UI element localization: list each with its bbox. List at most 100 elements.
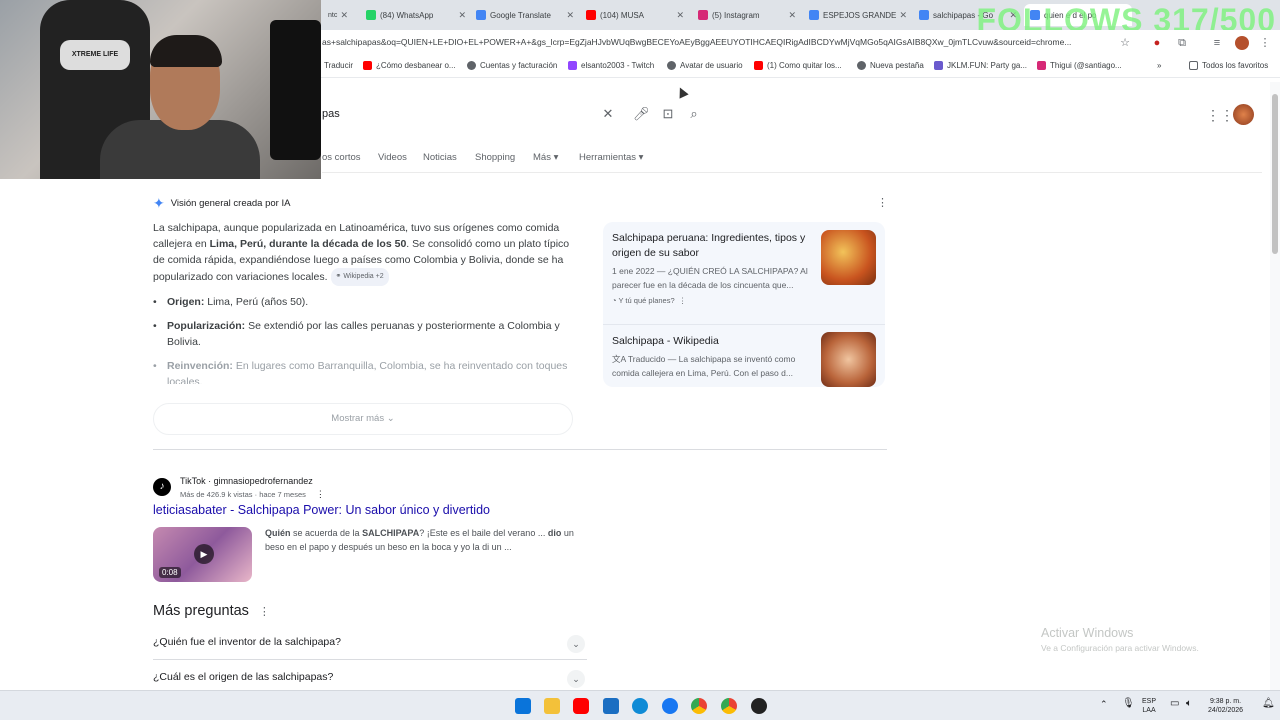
instagram-icon [698, 10, 708, 20]
close-icon[interactable]: ✕ [566, 10, 574, 21]
tab-more[interactable]: Más ▾ [533, 152, 558, 163]
tab-espejos[interactable]: ESPEJOS GRANDE ✕ [803, 4, 911, 26]
tab-short-videos[interactable]: os cortos [322, 152, 361, 163]
close-icon[interactable]: ✕ [788, 10, 796, 21]
star-icon[interactable]: ☆ [1118, 36, 1132, 50]
result-source[interactable]: TikTok · gimnasiopedrofernandez [180, 476, 313, 486]
volume-icon[interactable]: 🔈︎ [1186, 699, 1192, 709]
mouse-cursor [675, 85, 689, 99]
scrollbar[interactable] [1270, 82, 1280, 690]
more-options-icon[interactable]: ⋮ [677, 296, 687, 305]
bookmark-item[interactable]: (1) Como quitar los... [754, 61, 842, 70]
clock[interactable]: 9:38 p. m. 24/02/2026 [1208, 697, 1243, 715]
bookmark-item[interactable]: Nueva pestaña [857, 61, 924, 70]
windows-start-icon[interactable] [515, 698, 531, 714]
search-icon[interactable]: ⌕ [686, 106, 702, 122]
avatar[interactable] [1233, 104, 1254, 125]
chrome-icon[interactable] [691, 698, 707, 714]
search-box[interactable]: pas ✕ 🎤︎ ⊡ ⌕ [322, 100, 712, 130]
youtube-icon[interactable] [573, 698, 589, 714]
tab-whatsapp[interactable]: (84) WhatsApp ✕ [360, 4, 470, 26]
result-snippet: Quién se acuerda de la SALCHIPAPA? ¡Este… [265, 528, 574, 552]
divider [603, 324, 885, 325]
source-chip[interactable]: ⚭ Wikipedia +2 [330, 268, 389, 286]
apps-grid-icon[interactable]: ⋮⋮ [1206, 107, 1234, 123]
tab-videos[interactable]: Videos [378, 152, 407, 163]
extensions-icon[interactable]: ⧉ [1175, 36, 1189, 50]
video-thumbnail[interactable]: ▶ 0:08 [153, 527, 252, 582]
source-card[interactable]: Salchipapa - Wikipedia 文A Traducido — La… [612, 334, 817, 380]
store-icon[interactable] [603, 698, 619, 714]
list-item: Popularización: Se extendió por las call… [153, 318, 581, 350]
chair-logo: XTREME LIFE [60, 40, 130, 70]
more-options-icon[interactable]: ⋮ [877, 196, 888, 209]
bookmark-item[interactable]: Traducir [324, 61, 353, 70]
folder-icon [1189, 61, 1198, 70]
language-indicator[interactable]: ESP LAA [1142, 697, 1156, 715]
microphone-icon[interactable]: 🎙︎ [1122, 699, 1135, 709]
more-options-icon[interactable]: ⋮ [316, 489, 325, 499]
search-input[interactable]: pas [322, 108, 340, 120]
result-title-link[interactable]: leticiasabater - Salchipapa Power: Un sa… [153, 503, 490, 517]
tab-tools[interactable]: Herramientas ▾ [579, 152, 643, 163]
tab-shopping[interactable]: Shopping [475, 152, 515, 163]
bookmark-item[interactable]: elsanto2003 - Twitch [568, 61, 654, 70]
tab-partial[interactable]: ntc ✕ [322, 4, 352, 26]
file-explorer-icon[interactable] [544, 698, 560, 714]
more-options-icon[interactable]: ⋮ [259, 606, 270, 618]
bookmark-item[interactable]: JKLM.FUN: Party ga... [934, 61, 1027, 70]
food-thumbnail[interactable] [821, 230, 876, 285]
bookmark-folder[interactable]: Todos los favoritos [1189, 61, 1268, 70]
close-icon[interactable]: ✕ [899, 10, 907, 21]
chevron-up-icon[interactable]: ⌃ [1100, 700, 1108, 709]
globe-icon [667, 61, 676, 70]
food-thumbnail[interactable] [821, 332, 876, 387]
lens-icon[interactable]: ⊡ [660, 106, 676, 122]
bookmark-item[interactable]: Cuentas y facturación [467, 61, 557, 70]
bookmark-item[interactable]: Avatar de usuario [667, 61, 743, 70]
google-icon [919, 10, 929, 20]
extension-adblock-icon[interactable]: ● [1150, 36, 1164, 50]
translate-icon: 文A [612, 354, 628, 364]
monitor [270, 20, 321, 160]
tab-youtube-musa[interactable]: (104) MUSA ✕ [580, 4, 688, 26]
tab-translate[interactable]: Google Translate ✕ [470, 4, 578, 26]
play-icon[interactable]: ▶ [194, 544, 214, 564]
notifications-icon[interactable]: 🔔︎ [1262, 699, 1275, 709]
youtube-icon [363, 61, 372, 70]
edge-icon[interactable] [632, 698, 648, 714]
menu-icon[interactable]: ⋮ [1258, 36, 1272, 50]
chevron-right-icon[interactable]: » [1157, 61, 1161, 70]
question-item[interactable]: ¿Quién fue el inventor de la salchipapa?… [153, 635, 587, 660]
person-hair [150, 35, 222, 67]
instagram-icon [1037, 61, 1046, 70]
chevron-down-icon[interactable]: ⌄ [567, 670, 585, 688]
url-text[interactable]: as+salchipapas&oq=QUIEN+LE+DIO+EL+POWER+… [322, 37, 1112, 47]
chevron-down-icon[interactable]: ⌄ [567, 635, 585, 653]
queue-icon[interactable]: ≡ [1210, 36, 1224, 50]
twitch-icon [568, 61, 577, 70]
divider [153, 449, 887, 450]
bookmark-item[interactable]: Thigui (@santiago... [1037, 61, 1122, 70]
youtube-icon [586, 10, 596, 20]
more-questions-title: Más preguntas ⋮ [153, 603, 270, 619]
chrome-profile-icon[interactable] [721, 698, 737, 714]
tab-instagram[interactable]: (5) Instagram ✕ [692, 4, 800, 26]
tab-news[interactable]: Noticias [423, 152, 457, 163]
profile-avatar[interactable] [1235, 36, 1249, 50]
source-card[interactable]: Salchipapa peruana: Ingredientes, tipos … [612, 231, 817, 305]
google-icon [809, 10, 819, 20]
show-more-button[interactable]: Mostrar más ⌄ [153, 403, 573, 435]
close-icon[interactable]: ✕ [676, 10, 684, 21]
close-icon[interactable]: ✕ [458, 10, 466, 21]
result-meta: Más de 426.9 k vistas · hace 7 meses ⋮ [180, 489, 325, 499]
scrollbar-thumb[interactable] [1272, 94, 1278, 254]
clear-icon[interactable]: ✕ [600, 106, 616, 122]
network-icon[interactable]: ▭ [1170, 699, 1179, 709]
obs-icon[interactable] [751, 698, 767, 714]
bookmark-item[interactable]: ¿Cómo desbanear o... [363, 61, 456, 70]
translate-icon [476, 10, 486, 20]
close-icon[interactable]: ✕ [340, 10, 348, 21]
microphone-icon[interactable]: 🎤︎ [633, 106, 650, 122]
facebook-icon[interactable] [662, 698, 678, 714]
